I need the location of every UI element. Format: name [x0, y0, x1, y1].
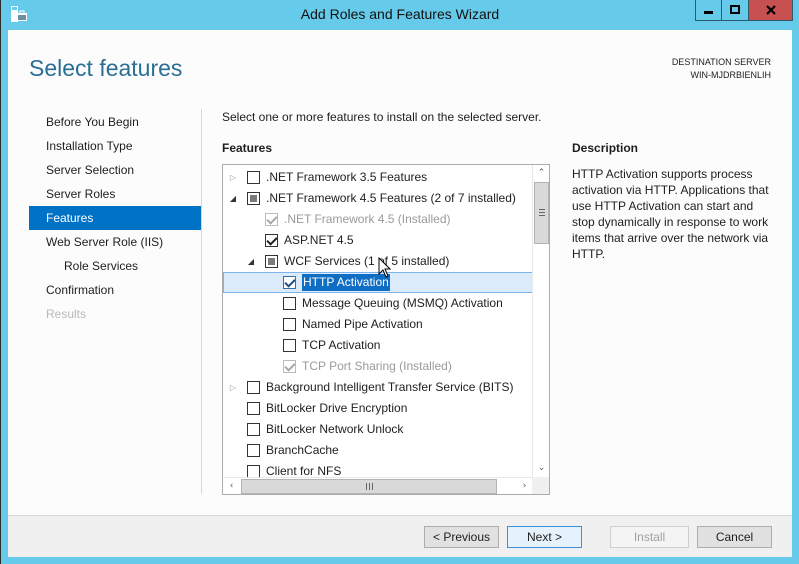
- collapse-arrow-icon[interactable]: ◢: [246, 251, 256, 272]
- nav-item-role-services[interactable]: Role Services: [29, 254, 201, 278]
- feature-label: BitLocker Network Unlock: [266, 422, 404, 436]
- mouse-pointer-icon: [378, 257, 392, 278]
- cancel-button[interactable]: Cancel: [697, 526, 772, 548]
- horizontal-scrollbar[interactable]: ‹ ›: [223, 477, 533, 494]
- feature-label: Message Queuing (MSMQ) Activation: [302, 296, 503, 310]
- wizard-window: Add Roles and Features Wizard Select fea…: [1, 0, 799, 564]
- feature-label: BitLocker Drive Encryption: [266, 401, 408, 415]
- intro-text: Select one or more features to install o…: [222, 110, 542, 124]
- feature-checkbox: [265, 213, 278, 226]
- scroll-down-icon[interactable]: ⌄: [533, 460, 549, 477]
- feature-label: ASP.NET 4.5: [284, 233, 354, 247]
- feature-checkbox[interactable]: [247, 402, 260, 415]
- destination-server-name: WIN-MJDRBIENLIH: [690, 70, 772, 80]
- tree-item[interactable]: ▷ Background Intelligent Transfer Service…: [223, 377, 533, 398]
- destination-server: DESTINATION SERVER WIN-MJDRBIENLIH: [672, 56, 771, 82]
- previous-button[interactable]: < Previous: [424, 526, 499, 548]
- feature-checkbox[interactable]: [247, 171, 260, 184]
- next-label: Next >: [526, 530, 562, 544]
- features-tree[interactable]: ▷ .NET Framework 3.5 Features ◢ .NET Framew…: [222, 164, 550, 495]
- nav-item-results: Results: [46, 307, 87, 321]
- feature-label: .NET Framework 4.5 (Installed): [284, 212, 451, 226]
- scroll-up-icon[interactable]: ⌃: [533, 165, 549, 182]
- page-title: Select features: [29, 55, 183, 81]
- nav-divider: [201, 109, 202, 494]
- tree-item[interactable]: ASP.NET 4.5: [223, 230, 533, 251]
- expand-arrow-icon[interactable]: ▷: [228, 377, 238, 398]
- features-tree-rows: ▷ .NET Framework 3.5 Features ◢ .NET Framew…: [223, 167, 533, 482]
- vertical-scrollbar[interactable]: ⌃ ⌄: [532, 165, 549, 477]
- feature-checkbox[interactable]: [283, 339, 296, 352]
- tree-item[interactable]: .NET Framework 4.5 (Installed): [223, 209, 533, 230]
- feature-checkbox[interactable]: [247, 423, 260, 436]
- collapse-arrow-icon[interactable]: ◢: [228, 188, 238, 209]
- tree-item[interactable]: Named Pipe Activation: [223, 314, 533, 335]
- feature-label: WCF Services (1 of 5 installed): [284, 254, 450, 268]
- grip-icon: [539, 209, 545, 216]
- previous-label: < Previous: [432, 530, 491, 544]
- close-button[interactable]: [749, 0, 793, 21]
- nav-item-server-roles[interactable]: Server Roles: [29, 182, 201, 206]
- minimize-button[interactable]: [695, 0, 722, 21]
- tree-item[interactable]: TCP Activation: [223, 335, 533, 356]
- nav-item-before-you-begin[interactable]: Before You Begin: [29, 110, 201, 134]
- feature-label: Named Pipe Activation: [302, 317, 423, 331]
- feature-checkbox[interactable]: [283, 276, 296, 289]
- feature-label: .NET Framework 3.5 Features: [266, 170, 428, 184]
- tree-item[interactable]: Message Queuing (MSMQ) Activation: [223, 293, 533, 314]
- nav-item-web-server-role[interactable]: Web Server Role (IIS): [29, 230, 201, 254]
- expand-arrow-icon[interactable]: ▷: [228, 167, 238, 188]
- tree-item[interactable]: ▷ .NET Framework 3.5 Features: [223, 167, 533, 188]
- feature-label: .NET Framework 4.5 Features (2 of 7 inst…: [266, 191, 516, 205]
- scroll-right-icon[interactable]: ›: [516, 478, 533, 494]
- destination-label: DESTINATION SERVER: [671, 57, 771, 67]
- tree-item[interactable]: BitLocker Network Unlock: [223, 419, 533, 440]
- nav-item-server-selection[interactable]: Server Selection: [29, 158, 201, 182]
- nav-item-installation-type[interactable]: Installation Type: [29, 134, 201, 158]
- maximize-icon: [730, 5, 740, 14]
- feature-checkbox[interactable]: [265, 234, 278, 247]
- feature-checkbox[interactable]: [265, 255, 278, 268]
- feature-label: TCP Port Sharing (Installed): [302, 359, 452, 373]
- scrollbar-corner: [532, 477, 549, 494]
- nav-item-confirmation[interactable]: Confirmation: [29, 278, 201, 302]
- cancel-label: Cancel: [715, 530, 754, 544]
- wizard-nav: Before You Begin Installation Type Serve…: [29, 110, 201, 326]
- title-bar[interactable]: Add Roles and Features Wizard: [1, 0, 799, 30]
- feature-label: HTTP Activation: [302, 274, 390, 291]
- feature-label: Background Intelligent Transfer Service …: [266, 380, 514, 394]
- tree-item[interactable]: BitLocker Drive Encryption: [223, 398, 533, 419]
- next-button[interactable]: Next >: [507, 526, 582, 548]
- vertical-scroll-thumb[interactable]: [534, 182, 549, 244]
- minimize-icon: [703, 11, 713, 14]
- description-body: HTTP Activation supports process activat…: [572, 167, 769, 261]
- maximize-button[interactable]: [722, 0, 749, 21]
- scroll-left-icon[interactable]: ‹: [223, 478, 240, 494]
- feature-checkbox[interactable]: [247, 381, 260, 394]
- grip-icon: [366, 483, 373, 490]
- tree-item[interactable]: TCP Port Sharing (Installed): [223, 356, 533, 377]
- window-title: Add Roles and Features Wizard: [300, 6, 500, 22]
- install-button: Install: [610, 526, 689, 548]
- feature-checkbox: [283, 360, 296, 373]
- tree-item[interactable]: ◢ .NET Framework 4.5 Features (2 of 7 ins…: [223, 188, 533, 209]
- feature-label: BranchCache: [266, 443, 339, 457]
- tree-item[interactable]: BranchCache: [223, 440, 533, 461]
- install-label: Install: [633, 530, 666, 544]
- wizard-body: Select features DESTINATION SERVER WIN-M…: [8, 30, 792, 557]
- feature-label: TCP Activation: [302, 338, 381, 352]
- wizard-footer: < Previous Next > Install Cancel: [8, 515, 792, 557]
- feature-checkbox[interactable]: [247, 192, 260, 205]
- feature-checkbox[interactable]: [283, 318, 296, 331]
- feature-checkbox[interactable]: [247, 444, 260, 457]
- features-label: Features: [222, 141, 273, 155]
- nav-item-features[interactable]: Features: [29, 206, 201, 230]
- close-icon: [765, 5, 776, 15]
- description-title: Description: [572, 141, 639, 155]
- feature-checkbox[interactable]: [283, 297, 296, 310]
- horizontal-scroll-thumb[interactable]: [241, 479, 497, 494]
